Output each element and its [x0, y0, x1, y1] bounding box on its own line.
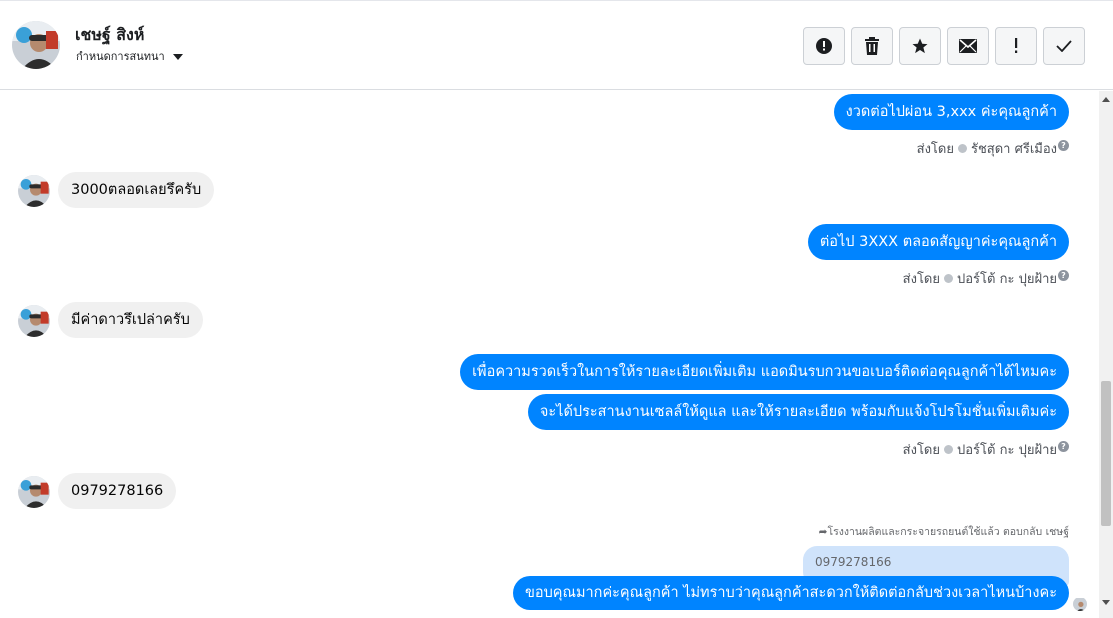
- important-button[interactable]: [995, 27, 1037, 65]
- conversation-toolbar: [803, 27, 1085, 65]
- sender-name[interactable]: ปอร์โต้ กะ ปุยฝ้าย: [957, 439, 1057, 460]
- message-bubble-incoming[interactable]: 0979278166: [58, 473, 177, 509]
- contact-name[interactable]: เชษฐ์ สิงห์: [75, 23, 144, 48]
- sender-name[interactable]: ปอร์โต้ กะ ปุยฝ้าย: [957, 268, 1057, 289]
- reply-note: ➦โรงงานผลิตและกระจายรถยนต์ใช้แล้ว ตอบกลั…: [819, 523, 1069, 540]
- message-bubble-outgoing[interactable]: ขอบคุณมากค่ะคุณลูกค้า ไม่ทราบว่าคุณลูกค้…: [512, 576, 1069, 610]
- star-button[interactable]: [899, 27, 941, 65]
- sender-name[interactable]: รัชสุดา ศรีเมือง: [971, 138, 1057, 159]
- contact-avatar-small[interactable]: [18, 305, 50, 337]
- contact-avatar-small[interactable]: [18, 175, 50, 207]
- conversation-settings[interactable]: กำหนดการสนทนา: [76, 47, 183, 65]
- seen-avatar: [1073, 597, 1087, 611]
- sent-by-line: ส่งโดย รัชสุดา ศรีเมือง: [917, 138, 1057, 159]
- sent-by-prefix: ส่งโดย: [916, 142, 954, 157]
- messenger-conversation: เชษฐ์ สิงห์ กำหนดการสนทนา งวดต่อไปผ่อน 3…: [0, 0, 1113, 618]
- delete-button[interactable]: [851, 27, 893, 65]
- agent-status-icon: [944, 274, 953, 283]
- agent-status-icon: [957, 144, 967, 153]
- conversation-header: เชษฐ์ สิงห์ กำหนดการสนทนา: [0, 1, 1113, 90]
- sent-by-line: ส่งโดย ปอร์โต้ กะ ปุยฝ้าย: [903, 268, 1057, 289]
- message-bubble-outgoing[interactable]: จะได้ประสานงานเซลล์ให้ดูแล และให้รายละเอ…: [527, 394, 1069, 430]
- message-bubble-outgoing[interactable]: งวดต่อไปผ่อน 3,xxx ค่ะคุณลูกค้า: [833, 94, 1069, 130]
- thread-scrollbar[interactable]: [1099, 91, 1113, 618]
- message-bubble-incoming[interactable]: มีค่าดาวรึเปล่าครับ: [58, 302, 203, 338]
- help-icon[interactable]: ?: [1058, 140, 1069, 151]
- scroll-up-arrow-icon[interactable]: [1102, 97, 1110, 102]
- trash-icon: [865, 37, 879, 55]
- sent-by-line: ส่งโดย ปอร์โต้ กะ ปุยฝ้าย: [903, 439, 1057, 460]
- sent-by-prefix: ส่งโดย: [902, 272, 940, 287]
- message-thread: งวดต่อไปผ่อน 3,xxx ค่ะคุณลูกค้า ส่งโดย ร…: [0, 91, 1099, 618]
- caret-down-icon[interactable]: [172, 53, 183, 60]
- star-icon: [912, 38, 928, 54]
- exclamation-icon: [1015, 38, 1018, 53]
- report-spam-button[interactable]: [803, 27, 845, 65]
- message-bubble-outgoing[interactable]: เพื่อความรวดเร็วในการให้รายละเอียดเพิ่มเ…: [460, 354, 1069, 390]
- scroll-down-arrow-icon[interactable]: [1102, 600, 1110, 605]
- mark-unread-button[interactable]: [947, 27, 989, 65]
- envelope-icon: [959, 39, 977, 53]
- contact-avatar[interactable]: [12, 21, 60, 69]
- conversation-settings-label: กำหนดการสนทนา: [76, 50, 165, 63]
- sent-by-prefix: ส่งโดย: [902, 443, 940, 458]
- check-icon: [1056, 40, 1072, 52]
- message-bubble-incoming[interactable]: 3000ตลอดเลยรึครับ: [58, 172, 215, 208]
- message-bubble-outgoing[interactable]: ต่อไป 3XXX ตลอดสัญญาค่ะคุณลูกค้า: [807, 224, 1069, 260]
- help-icon[interactable]: ?: [1058, 270, 1069, 281]
- alert-circle-icon: [816, 38, 832, 54]
- help-icon[interactable]: ?: [1058, 441, 1069, 452]
- reply-note-text: โรงงานผลิตและกระจายรถยนต์ใช้แล้ว ตอบกลับ…: [827, 526, 1069, 538]
- scroll-thumb[interactable]: [1101, 381, 1111, 526]
- done-button[interactable]: [1043, 27, 1085, 65]
- agent-status-icon: [944, 445, 953, 454]
- contact-avatar-small[interactable]: [18, 476, 50, 508]
